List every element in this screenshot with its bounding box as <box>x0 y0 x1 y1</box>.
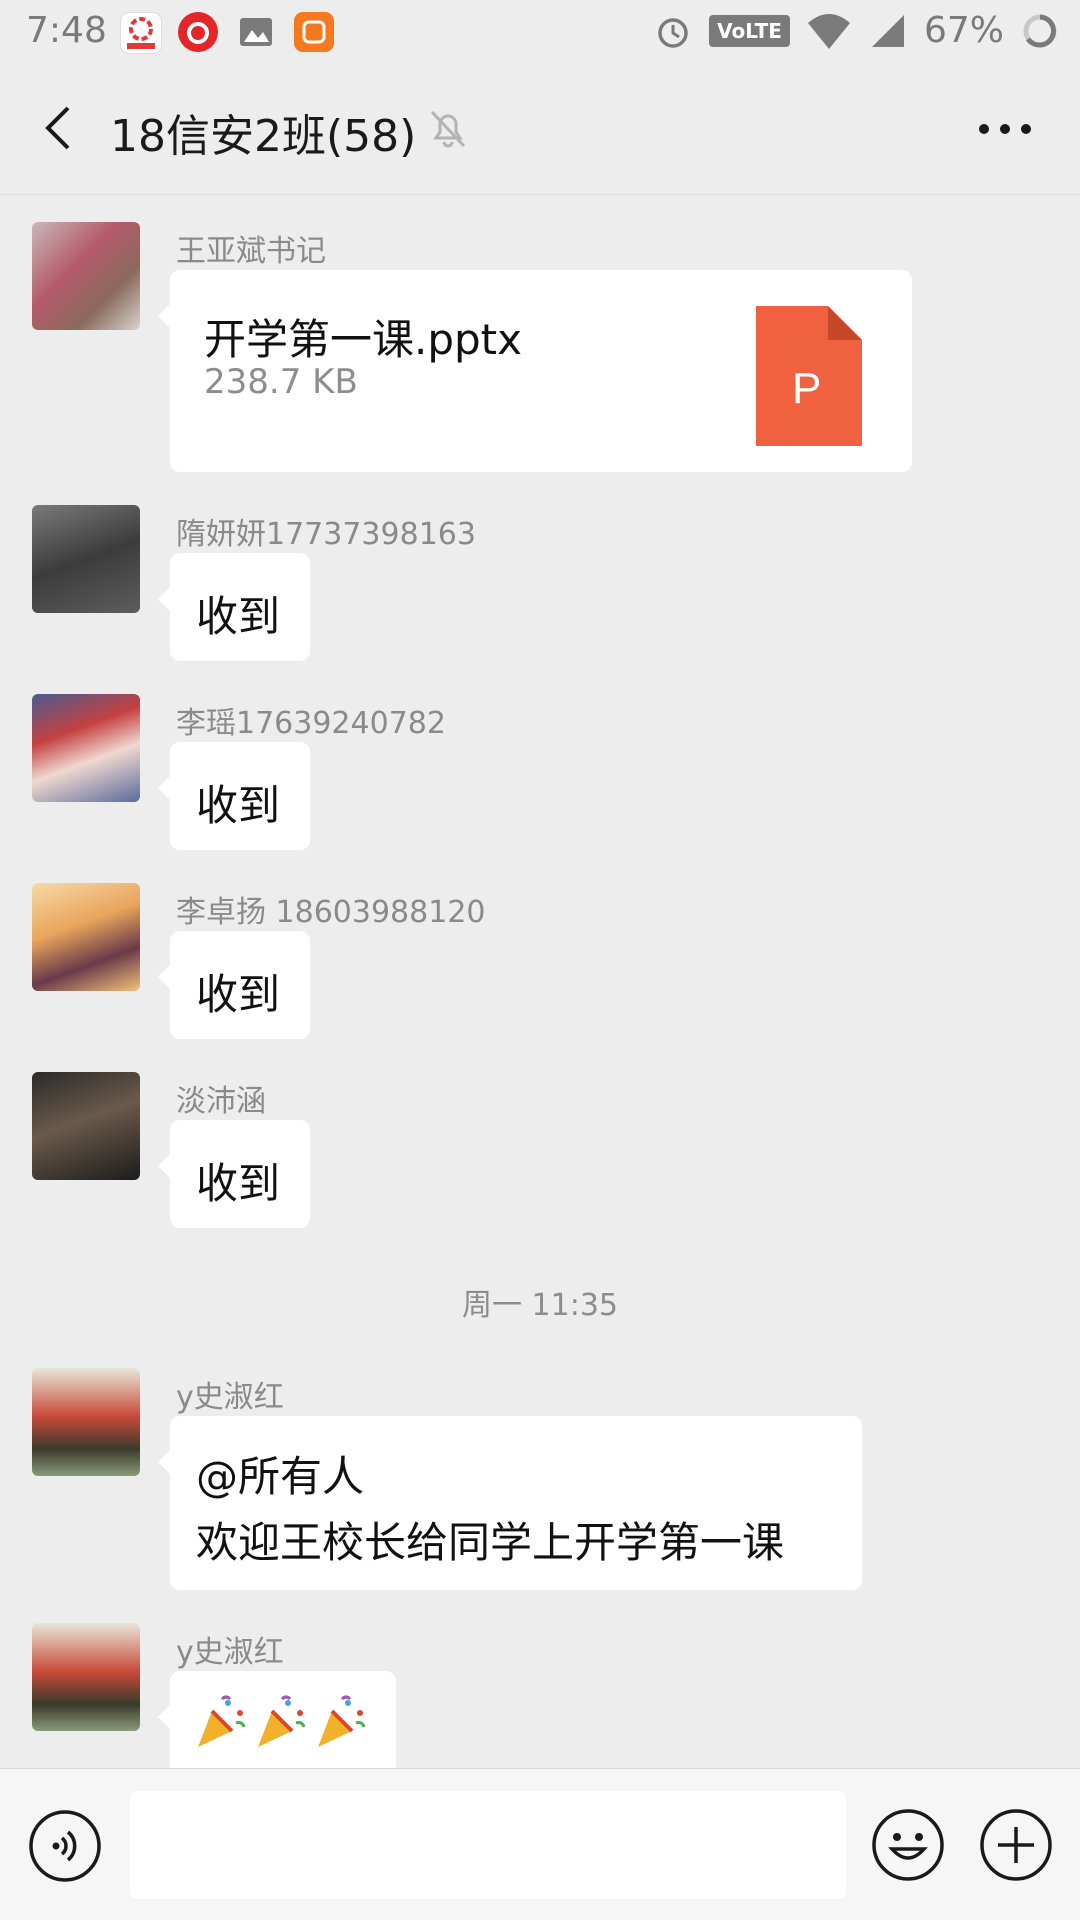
gallery-icon <box>236 12 276 52</box>
avatar[interactable] <box>32 505 140 613</box>
message-line-mention: @所有人 <box>196 1452 365 1501</box>
party-popper-icon <box>258 1695 306 1747</box>
avatar[interactable] <box>32 1368 140 1476</box>
file-message-bubble[interactable]: 开学第一课.pptx 238.7 KB P <box>158 270 912 472</box>
chat-title: 18信安2班(58) <box>110 111 417 162</box>
text-message-bubble[interactable]: 收到 <box>158 742 310 850</box>
avatar[interactable] <box>32 883 140 991</box>
emoji-button[interactable] <box>870 1807 946 1883</box>
avatar[interactable] <box>32 694 140 802</box>
sender-name: 淡沛涵 <box>176 1084 266 1119</box>
sender-name: y史淑红 <box>176 1380 284 1415</box>
sender-name: 隋妍妍17737398163 <box>176 517 476 552</box>
message-text: @所有人 欢迎王校长给同学上开学第一课 <box>196 1444 784 1576</box>
message-line: 欢迎王校长给同学上开学第一课 <box>196 1518 785 1567</box>
status-time: 7:48 <box>26 10 107 51</box>
message-text: 收到 <box>196 970 281 1019</box>
voice-button[interactable] <box>28 1809 102 1883</box>
smiley-icon <box>872 1809 944 1881</box>
music-app-icon <box>178 12 218 52</box>
pptx-file-icon: P <box>756 306 862 446</box>
text-message-bubble[interactable]: @所有人 欢迎王校长给同学上开学第一课 <box>158 1416 862 1590</box>
message-text: 收到 <box>196 592 281 641</box>
status-right-icons: VoLTE 67% <box>653 10 1060 51</box>
mute-bell-icon <box>428 106 468 150</box>
text-message-bubble[interactable]: 收到 <box>158 931 310 1039</box>
chevron-left-icon <box>45 106 70 150</box>
text-message-bubble[interactable]: 收到 <box>158 553 310 661</box>
party-popper-icon <box>318 1695 366 1747</box>
emoji-row <box>192 1693 370 1751</box>
wifi-icon <box>807 13 850 49</box>
sender-name: 李瑶17639240782 <box>176 706 446 741</box>
sender-name: 李卓扬 18603988120 <box>176 895 486 930</box>
chat-screen: 7:48 VoLTE 67% 18信安2班(58) 王亚斌书记 开学第一课.pp… <box>0 0 1080 1920</box>
time-divider: 周一 11:35 <box>462 1288 618 1323</box>
sender-name: y史淑红 <box>176 1635 284 1670</box>
text-message-bubble[interactable]: 收到 <box>158 1120 310 1228</box>
battery-icon <box>1023 14 1057 47</box>
alarm-icon <box>658 17 688 48</box>
more-actions-button[interactable] <box>978 1807 1054 1883</box>
chat-header: 18信安2班(58) <box>0 64 1080 195</box>
avatar[interactable] <box>32 1072 140 1180</box>
file-badge-letter: P <box>792 364 822 413</box>
back-button[interactable] <box>30 98 90 158</box>
message-text: 收到 <box>196 1159 281 1208</box>
mi-store-icon <box>294 12 334 52</box>
battery-percent: 67% <box>923 10 1004 51</box>
signal-icon <box>871 14 904 47</box>
file-name: 开学第一课.pptx <box>204 315 522 364</box>
plus-icon <box>980 1809 1052 1881</box>
more-options-button[interactable] <box>970 104 1040 154</box>
volte-badge: VoLTE <box>709 14 790 47</box>
message-input[interactable] <box>130 1791 846 1899</box>
more-dots-icon <box>979 124 1031 134</box>
voice-icon <box>29 1810 101 1882</box>
sender-name: 王亚斌书记 <box>176 234 326 269</box>
avatar[interactable] <box>32 1623 140 1731</box>
file-size: 238.7 KB <box>204 362 358 402</box>
avatar[interactable] <box>32 222 140 330</box>
app-notification-icon <box>120 12 162 54</box>
message-text: 收到 <box>196 781 281 830</box>
input-bar <box>0 1768 1080 1920</box>
status-bar: 7:48 VoLTE 67% <box>0 0 1080 64</box>
party-popper-icon <box>198 1695 246 1747</box>
